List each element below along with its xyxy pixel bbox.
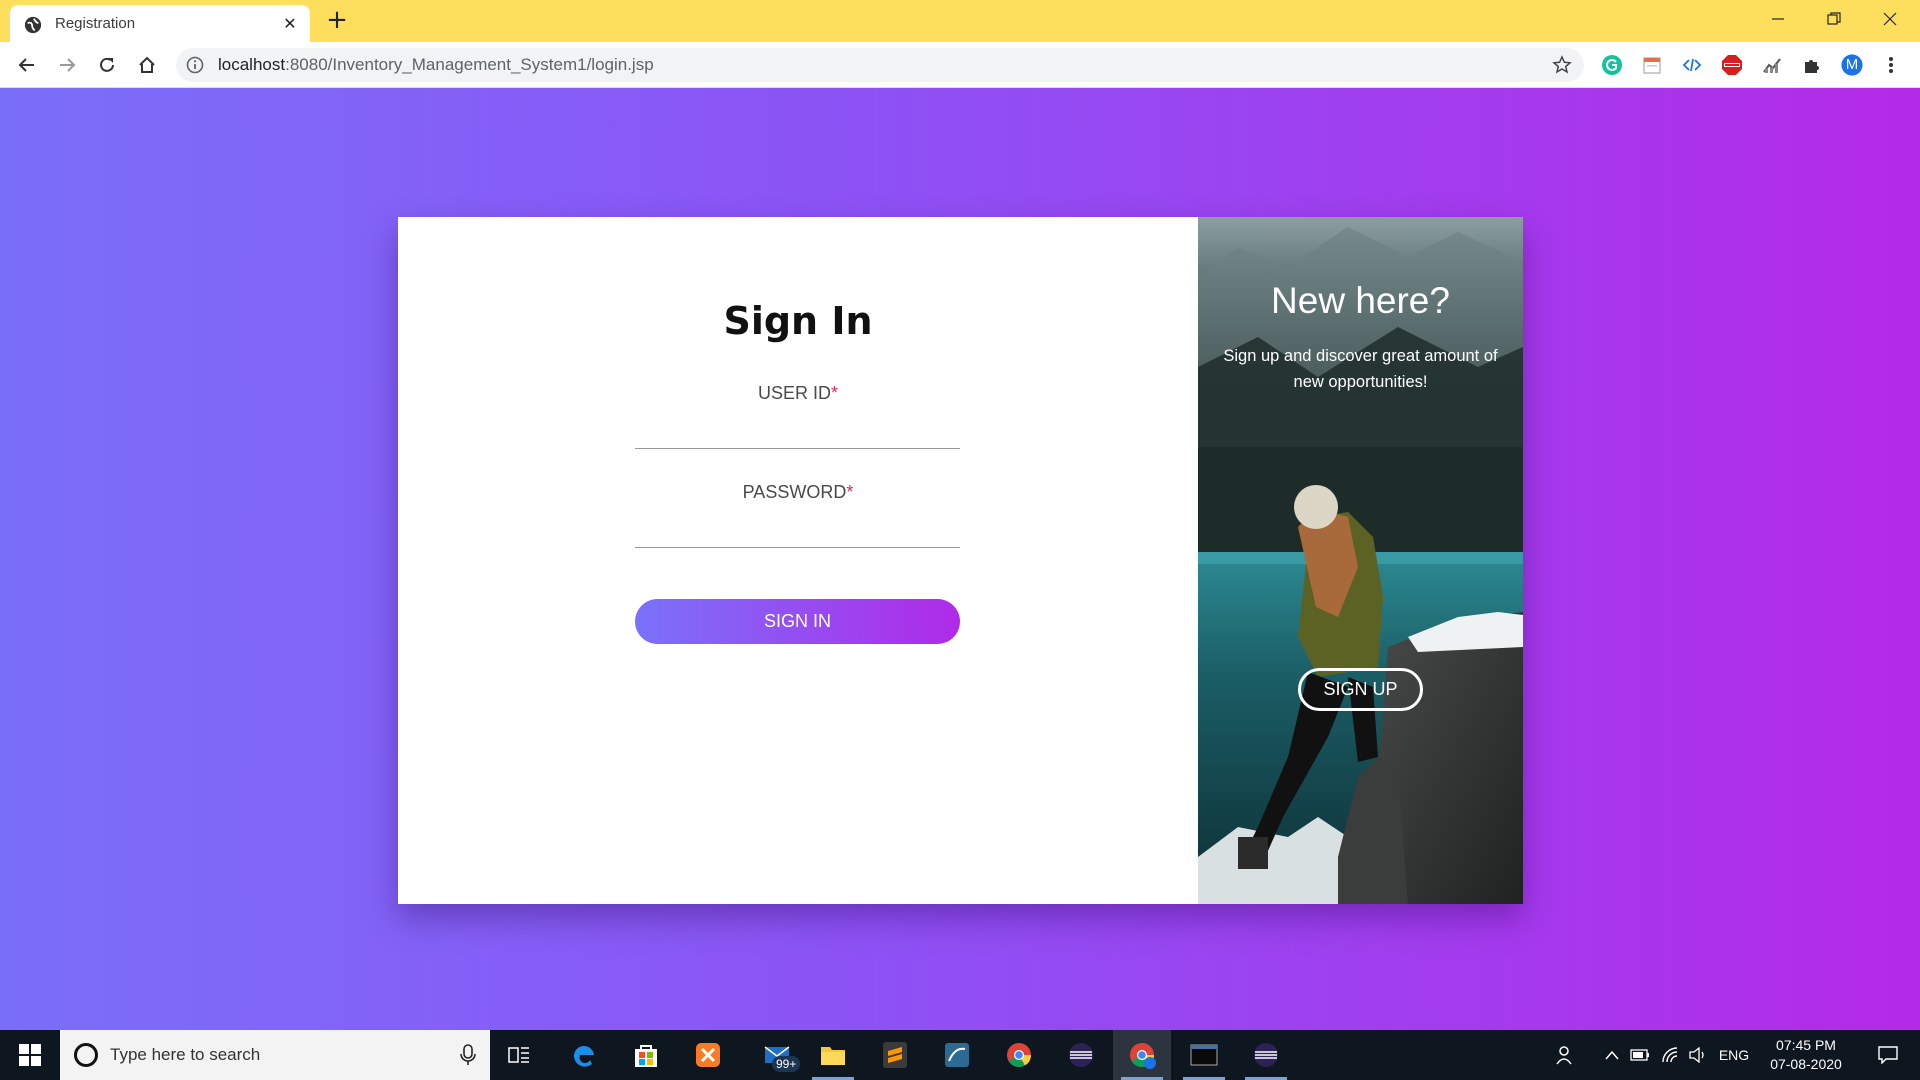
forward-arrow-icon[interactable] [54,52,80,78]
menu-kebab-icon[interactable] [1880,54,1902,76]
store-icon[interactable] [617,1030,675,1080]
signin-button[interactable]: SIGN IN [635,599,960,644]
cortana-icon [74,1043,98,1067]
tab-title: Registration [55,15,136,32]
mail-badge: 99+ [772,1056,801,1072]
promo-text: Sign up and discover great amount of new… [1223,347,1498,391]
profile-avatar[interactable]: M [1841,54,1863,76]
password-label: PASSWORD* [742,482,854,502]
back-arrow-icon[interactable] [14,52,40,78]
battery-icon[interactable] [1628,1030,1652,1080]
mail-icon[interactable]: 99+ [748,1030,806,1080]
code-icon[interactable] [1681,54,1703,76]
clock-time: 07:45 PM [1776,1037,1836,1053]
info-icon[interactable] [186,56,204,74]
signin-title: Sign In [723,299,873,343]
puzzle-icon[interactable] [1801,54,1823,76]
new-tab-icon[interactable]: + [324,7,350,33]
user-id-field[interactable] [635,415,960,449]
people-icon[interactable] [1552,1030,1580,1080]
volume-icon[interactable] [1686,1030,1710,1080]
wifi-icon[interactable] [1658,1030,1682,1080]
taskbar-clock[interactable]: 07:45 PM 07-08-2020 [1750,1036,1862,1074]
mysql-console-icon[interactable] [1175,1030,1233,1080]
browser-tab-strip: Registration ✕ + [0,0,1920,42]
eclipse-icon[interactable] [1052,1030,1110,1080]
chevron-up-icon[interactable] [1600,1030,1624,1080]
grammarly-icon[interactable] [1601,54,1623,76]
xampp-icon[interactable] [679,1030,737,1080]
taskbar-search-box[interactable]: Type here to search [60,1030,490,1080]
restore-icon[interactable] [1806,0,1862,38]
chart-icon[interactable] [1761,54,1783,76]
taskbar-search-placeholder: Type here to search [110,1045,261,1064]
browser-tab[interactable]: Registration ✕ [10,5,310,42]
task-view-icon[interactable] [490,1030,548,1080]
calendar-icon[interactable] [1641,54,1663,76]
close-window-icon[interactable] [1862,0,1918,38]
bookmark-star-icon[interactable] [1552,55,1572,75]
reload-icon[interactable] [94,52,120,78]
microphone-icon[interactable] [460,1044,476,1066]
close-tab-icon[interactable]: ✕ [280,14,300,34]
url-text[interactable]: localhost:8080/Inventory_Management_Syst… [218,55,654,75]
chrome-icon[interactable] [990,1030,1048,1080]
mysql-workbench-icon[interactable] [928,1030,986,1080]
notification-center-icon[interactable] [1868,1030,1908,1080]
signup-button[interactable]: SIGN UP [1298,668,1423,711]
sublime-text-icon[interactable] [866,1030,924,1080]
home-icon[interactable] [134,52,160,78]
page-background: Sign In USER ID* PASSWORD* SIGN IN New h… [0,88,1920,1030]
eclipse-running-icon[interactable] [1237,1030,1295,1080]
edge-icon[interactable] [555,1030,613,1080]
required-mark: * [846,482,854,502]
signin-panel: Sign In USER ID* PASSWORD* SIGN IN [398,217,1198,904]
required-mark: * [831,383,839,403]
user-id-label: USER ID* [757,383,839,403]
language-indicator[interactable]: ENG [1716,1030,1752,1080]
login-card: Sign In USER ID* PASSWORD* SIGN IN New h… [398,217,1523,904]
minimize-icon[interactable] [1750,0,1806,38]
password-field[interactable] [635,514,960,548]
windows-taskbar: Type here to search 99+ ENG 07:45 PM 07-… [0,1030,1920,1080]
windows-start-icon[interactable] [0,1030,60,1080]
address-bar[interactable]: localhost:8080/Inventory_Management_Syst… [176,48,1584,82]
adblock-icon[interactable] [1721,54,1743,76]
promo-title: New here? [1271,280,1450,321]
browser-toolbar: localhost:8080/Inventory_Management_Syst… [0,42,1920,88]
signup-promo-panel: New here? Sign up and discover great amo… [1198,217,1523,904]
globe-icon [24,16,42,34]
file-explorer-icon[interactable] [804,1030,862,1080]
chrome-profile-icon[interactable] [1113,1030,1171,1080]
profile-initial: M [1845,56,1859,73]
clock-date: 07-08-2020 [1770,1056,1842,1072]
